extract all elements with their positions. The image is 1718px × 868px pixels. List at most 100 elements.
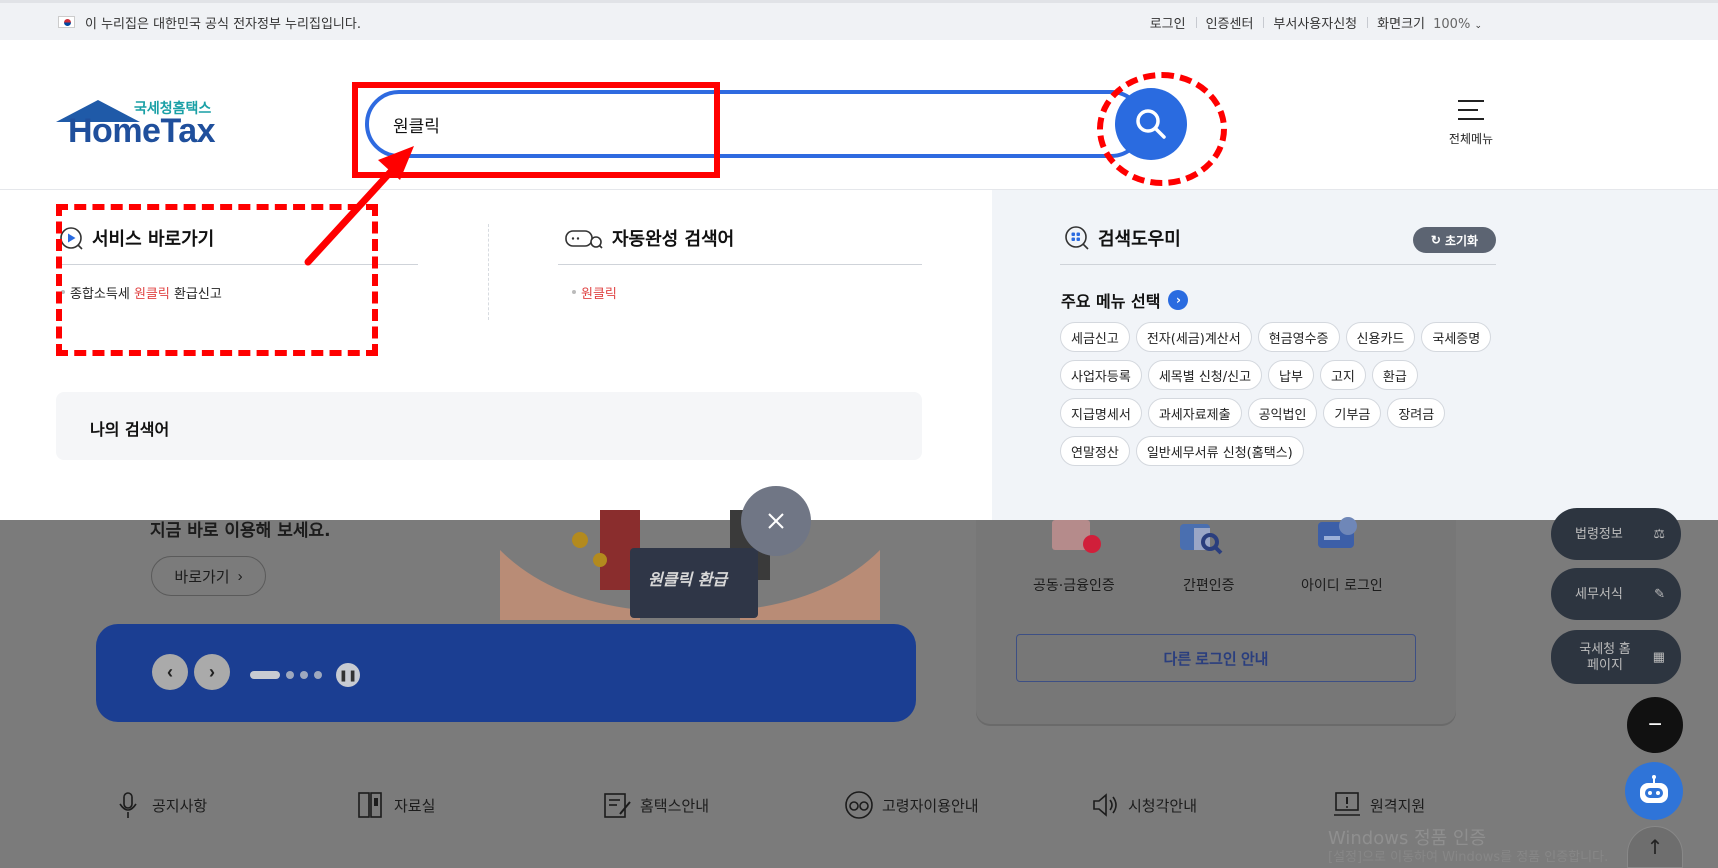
reset-button[interactable]: ↻ 초기화 — [1413, 227, 1496, 253]
menu-chip[interactable]: 세금신고 — [1060, 322, 1130, 352]
login-option-id[interactable]: 아이디 로그인 — [1301, 575, 1383, 595]
search-helper-heading: 검색도우미 — [1064, 225, 1181, 251]
login-option-simple[interactable]: 간편인증 — [1183, 575, 1235, 595]
refresh-icon: ↻ — [1430, 233, 1441, 247]
arrow-up-icon: ↑ — [1646, 835, 1664, 859]
chatbot-button[interactable] — [1625, 762, 1683, 820]
menu-chip[interactable]: 연말정산 — [1060, 436, 1130, 466]
column-divider — [488, 224, 489, 320]
document-pen-icon — [604, 793, 631, 818]
robot-icon — [1640, 775, 1668, 803]
other-login-button[interactable]: 다른 로그인 안내 — [1016, 634, 1416, 682]
nts-homepage-button[interactable]: 국세청 홈페이지 ▦ — [1551, 630, 1681, 684]
all-menu-label: 전체메뉴 — [1448, 132, 1494, 146]
simple-auth-icon — [1180, 524, 1223, 555]
shortcut-button[interactable]: 바로가기 › — [151, 556, 266, 596]
law-info-label: 법령정보 — [1575, 526, 1623, 542]
cert-center-link[interactable]: 인증센터 — [1195, 13, 1264, 32]
item-suffix: 환급신고 — [169, 287, 222, 302]
microphone-icon — [119, 792, 137, 818]
all-menu-button[interactable]: 전체메뉴 — [1440, 100, 1502, 147]
next-slide-button[interactable]: › — [194, 654, 230, 690]
slide-dot[interactable] — [286, 671, 294, 679]
minus-icon: − — [1647, 711, 1662, 738]
menu-chip[interactable]: 사업자등록 — [1060, 360, 1142, 390]
hometax-logo[interactable]: 국세청홈택스 HomeTax — [56, 100, 226, 190]
one-click-refund-card: 원클릭 환급 — [630, 548, 758, 618]
certificate-icon — [1052, 520, 1101, 553]
menu-chip[interactable]: 전자(세금)계산서 — [1135, 322, 1252, 352]
section-divider — [1060, 264, 1496, 265]
watermark-line2: [설정]으로 이동하여 Windows를 정품 인증합니다. — [1328, 849, 1609, 865]
nav-accessibility-guide[interactable]: 시청각안내 — [1090, 790, 1197, 820]
collapse-quick-menu-button[interactable]: − — [1627, 697, 1683, 753]
main-menu-select[interactable]: 주요 메뉴 선택 › — [1061, 288, 1189, 312]
play-circle-icon — [60, 227, 83, 250]
utility-links: 로그인 인증센터 부서사용자신청 화면크기 100% ⌄ — [1140, 13, 1492, 32]
dept-user-apply-link[interactable]: 부서사용자신청 — [1263, 13, 1367, 32]
menu-chip[interactable]: 기부금 — [1323, 398, 1382, 428]
nav-hometax-guide[interactable]: 홈택스안내 — [602, 790, 709, 820]
close-search-button[interactable] — [741, 486, 811, 556]
law-info-button[interactable]: 법령정보 ⚖ — [1551, 508, 1681, 560]
menu-chip[interactable]: 고지 — [1319, 360, 1366, 390]
zoom-control[interactable]: 화면크기 100% ⌄ — [1367, 13, 1492, 32]
prev-slide-button[interactable]: ‹ — [152, 654, 188, 690]
item-prefix: 종합소득세 — [70, 287, 134, 302]
logo-title: HomeTax — [68, 112, 216, 150]
search-helper-title: 검색도우미 — [1098, 229, 1181, 250]
windows-activation-watermark: Windows 정품 인증 [설정]으로 이동하여 Windows를 정품 인증… — [1328, 828, 1608, 865]
banner-subtitle: 지금 바로 이용해 보세요. — [150, 521, 331, 541]
id-login-icon — [1318, 517, 1357, 548]
korea-flag-icon — [58, 16, 75, 28]
close-icon — [768, 513, 784, 529]
card-label: 원클릭 환급 — [648, 570, 728, 589]
slide-dot[interactable] — [300, 671, 308, 679]
chevron-left-icon: ‹ — [167, 661, 173, 682]
slide-dot[interactable] — [314, 671, 322, 679]
menu-chip[interactable]: 일반세무서류 신청(홈택스) — [1135, 436, 1304, 466]
menu-chip[interactable]: 국세증명 — [1421, 322, 1492, 352]
pause-icon: ❚❚ — [338, 668, 358, 682]
service-shortcut-title: 서비스 바로가기 — [92, 229, 215, 250]
gov-banner: 이 누리집은 대한민국 공식 전자정부 누리집입니다. 로그인 인증센터 부서사… — [0, 0, 1718, 40]
binder-icon — [358, 792, 382, 818]
chevron-down-icon: ⌄ — [1474, 21, 1482, 31]
login-link[interactable]: 로그인 — [1140, 13, 1196, 32]
item-highlight: 원클릭 — [133, 287, 170, 302]
reset-label: 초기화 — [1444, 233, 1479, 248]
nav-senior-guide[interactable]: 고령자이용안내 — [844, 790, 979, 820]
tax-forms-button[interactable]: 세무서식 ✎ — [1551, 568, 1681, 620]
search-box — [365, 90, 1145, 158]
nav-library[interactable]: 자료실 — [356, 790, 435, 820]
document-edit-icon: ✎ — [1654, 586, 1665, 602]
search-input[interactable] — [393, 108, 993, 140]
nav-remote-support[interactable]: 원격지원 — [1332, 790, 1425, 820]
service-shortcut-item[interactable]: 종합소득세 원클릭 환급신고 — [61, 283, 222, 302]
zoom-label: 화면크기 — [1377, 17, 1425, 32]
menu-chip[interactable]: 현금영수증 — [1257, 322, 1340, 352]
chat-search-icon — [565, 230, 603, 249]
chevron-right-icon: › — [237, 567, 243, 585]
menu-chip[interactable]: 장려금 — [1387, 398, 1446, 428]
nav-library-label: 자료실 — [394, 796, 436, 815]
autocomplete-item[interactable]: 원클릭 — [572, 283, 617, 302]
menu-chip[interactable]: 공익법인 — [1247, 398, 1318, 428]
pause-button[interactable]: ❚❚ — [336, 663, 360, 687]
shortcut-button-label: 바로가기 — [174, 568, 230, 586]
nav-notice[interactable]: 공지사항 — [114, 790, 207, 820]
menu-chip[interactable]: 납부 — [1268, 360, 1314, 390]
slide-dot[interactable] — [250, 671, 280, 679]
grid-search-icon — [1065, 226, 1089, 250]
menu-chip[interactable]: 세목별 신청/신고 — [1147, 360, 1263, 390]
menu-chip[interactable]: 신용카드 — [1345, 322, 1416, 352]
monitor-alert-icon — [1334, 792, 1360, 816]
login-option-cert[interactable]: 공동·금융인증 — [1033, 575, 1115, 595]
menu-chip[interactable]: 과세자료제출 — [1147, 398, 1242, 428]
menu-chip[interactable]: 지급명세서 — [1060, 398, 1142, 428]
service-shortcut-heading: 서비스 바로가기 — [58, 225, 214, 251]
search-button[interactable] — [1115, 88, 1187, 160]
menu-chip[interactable]: 환급 — [1371, 360, 1418, 390]
autocomplete-heading: 자동완성 검색어 — [564, 225, 734, 251]
menu-chips: 세금신고 전자(세금)계산서 현금영수증 신용카드 국세증명 사업자등록 세목별… — [1060, 322, 1500, 466]
